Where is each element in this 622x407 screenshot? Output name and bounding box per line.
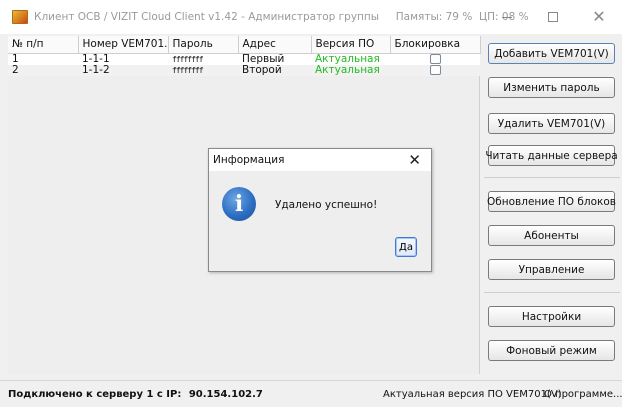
app-logo-icon xyxy=(12,10,28,24)
read-server-data-button[interactable]: Читать данные сервера xyxy=(485,145,618,166)
background-mode-button[interactable]: Фоновый режим xyxy=(488,340,615,361)
change-password-button[interactable]: Изменить пароль xyxy=(488,77,615,98)
dialog-title-bar: Информация ✕ xyxy=(209,149,431,171)
cell-vem: 1-1-2 xyxy=(78,64,168,76)
col-header-version[interactable]: Версия ПО xyxy=(311,36,391,54)
col-header-num[interactable]: № п/п xyxy=(8,36,79,54)
cell-num: 2 xyxy=(8,64,78,76)
separator xyxy=(484,292,620,293)
connection-status: Подключено к серверу 1 с IP: 90.154.102.… xyxy=(8,389,263,400)
title-bar: Клиент ОСВ / VIZIT Cloud Client v1.42 - … xyxy=(0,0,622,34)
minimize-button[interactable] xyxy=(484,0,530,34)
dialog-ok-button[interactable]: Да xyxy=(395,237,417,257)
devices-table: № п/п Номер VEM701... Пароль Адрес Верси… xyxy=(8,36,481,76)
table-row[interactable]: 1 1-1-1 ffffffff Первый Актуальная xyxy=(8,53,480,65)
maximize-icon xyxy=(548,12,558,22)
delete-vem-button[interactable]: Удалить VEM701(V) xyxy=(488,113,615,134)
control-button[interactable]: Управление xyxy=(488,259,615,280)
close-button[interactable]: ✕ xyxy=(576,0,622,34)
blocked-checkbox[interactable] xyxy=(429,64,441,75)
info-icon: i xyxy=(222,187,256,221)
col-header-password[interactable]: Пароль xyxy=(168,36,239,54)
update-firmware-button[interactable]: Обновление ПО блоков xyxy=(487,191,616,212)
dialog-title: Информация xyxy=(213,154,285,166)
window-title: Клиент ОСВ / VIZIT Cloud Client v1.42 - … xyxy=(34,11,529,23)
blocked-checkbox[interactable] xyxy=(429,53,441,64)
col-header-address[interactable]: Адрес xyxy=(238,36,312,54)
col-header-blocked[interactable]: Блокировка xyxy=(390,36,481,54)
status-bar: Подключено к серверу 1 с IP: 90.154.102.… xyxy=(0,380,622,407)
cell-blocked xyxy=(390,64,480,76)
about-link[interactable]: О программе... xyxy=(544,389,622,400)
dialog-close-icon[interactable]: ✕ xyxy=(408,151,421,169)
separator xyxy=(484,177,620,178)
server-ip: 90.154.102.7 xyxy=(188,389,263,400)
cell-address: Первый xyxy=(238,53,311,65)
connection-label: Подключено к серверу 1 с IP: xyxy=(8,389,182,400)
info-dialog: Информация ✕ i Удалено успешно! Да xyxy=(208,148,432,272)
cell-num: 1 xyxy=(8,53,78,65)
subscribers-button[interactable]: Абоненты xyxy=(488,225,615,246)
maximize-button[interactable] xyxy=(530,0,576,34)
minimize-icon xyxy=(502,16,512,18)
cell-address: Второй xyxy=(238,64,311,76)
cell-password: ffffffff xyxy=(168,53,238,65)
cell-password: ffffffff xyxy=(168,64,238,76)
table-header: № п/п Номер VEM701... Пароль Адрес Верси… xyxy=(8,36,481,54)
window-title-text: Клиент ОСВ / VIZIT Cloud Client v1.42 - … xyxy=(34,11,380,23)
cell-vem: 1-1-1 xyxy=(78,53,168,65)
add-vem-button[interactable]: Добавить VEM701(V) xyxy=(488,43,615,64)
cell-blocked xyxy=(390,53,480,65)
col-header-vem[interactable]: Номер VEM701... xyxy=(78,36,169,54)
cell-version: Актуальная xyxy=(311,64,390,76)
memory-usage: Памяты: 79 % xyxy=(395,11,473,23)
table-row[interactable]: 2 1-1-2 ffffffff Второй Актуальная xyxy=(8,64,480,76)
settings-button[interactable]: Настройки xyxy=(488,306,615,327)
cell-version: Актуальная xyxy=(311,53,390,65)
close-icon: ✕ xyxy=(592,7,606,26)
firmware-status: Актуальная версия ПО VEM701(V) xyxy=(383,389,562,400)
dialog-message: Удалено успешно! xyxy=(275,199,378,211)
